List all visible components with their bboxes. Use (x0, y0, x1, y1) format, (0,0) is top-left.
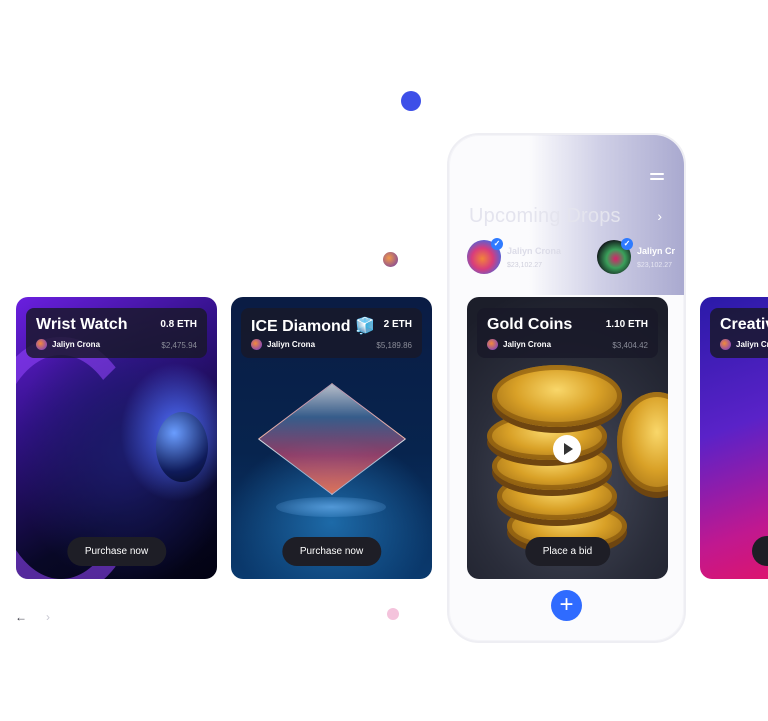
creator-name: Jaliyn Cr (637, 245, 676, 256)
creator-item[interactable]: ✓ Jaliyn Cr $23,102.27 (597, 238, 676, 274)
creator-item[interactable]: ✓ Jaliyn Crona $23,102.27 (467, 238, 562, 274)
card-author[interactable]: Jaliyn Crona (251, 339, 315, 350)
author-avatar (720, 339, 731, 350)
card-info-panel: Wrist Watch 0.8 ETH Jaliyn Crona $2,475.… (26, 308, 207, 358)
author-name: Jaliyn Crona (52, 340, 101, 349)
plus-icon[interactable]: + (551, 590, 582, 621)
author-name: Jaliyn Cr (736, 340, 768, 349)
author-name: Jaliyn Crona (503, 340, 552, 349)
card-author[interactable]: Jaliyn Crona (487, 339, 551, 350)
nft-card-creative[interactable]: Creativ Jaliyn Cr (700, 297, 768, 579)
card-price-eth: 1.10 ETH (605, 319, 648, 330)
purchase-now-button[interactable]: Purchase now (66, 537, 167, 566)
artwork-glow (276, 497, 386, 517)
nft-card-wrist-watch[interactable]: Wrist Watch 0.8 ETH Jaliyn Crona $2,475.… (16, 297, 217, 579)
author-avatar (36, 339, 47, 350)
phone-mockup: Upcoming Drops › ✓ Jaliyn Crona $23,102.… (447, 133, 686, 643)
verified-icon: ✓ (621, 238, 633, 250)
card-author[interactable]: Jaliyn Crona (36, 339, 100, 350)
creator-name: Jaliyn Crona (507, 245, 562, 256)
card-info-panel: ICE Diamond 🧊 2 ETH Jaliyn Crona $5,189.… (241, 308, 422, 358)
menu-icon[interactable] (650, 173, 664, 183)
decorative-dot-blue (401, 91, 421, 111)
purchase-now-button[interactable]: Purchase now (281, 537, 382, 566)
card-info-panel: Creativ Jaliyn Cr (710, 308, 768, 358)
author-avatar (251, 339, 262, 350)
play-icon[interactable] (553, 435, 581, 463)
arrow-left-icon[interactable]: ← (15, 610, 27, 624)
card-price-usd: $3,404.42 (612, 341, 648, 350)
place-bid-button[interactable]: Place a bid (524, 537, 611, 566)
card-price-usd: $2,475.94 (161, 341, 197, 350)
author-avatar (487, 339, 498, 350)
author-name: Jaliyn Crona (267, 340, 316, 349)
card-title: Gold Coins (487, 316, 573, 333)
verified-icon: ✓ (491, 238, 503, 250)
card-title: Wrist Watch (36, 316, 128, 333)
card-author[interactable]: Jaliyn Cr (720, 339, 768, 350)
avatar: ✓ (467, 238, 503, 274)
decorative-dot-orange (383, 252, 398, 267)
chevron-right-icon[interactable]: › (657, 208, 662, 224)
card-title: Creativ (720, 316, 768, 333)
card-info-panel: Gold Coins 1.10 ETH Jaliyn Crona $3,404.… (477, 308, 658, 358)
creator-value: $23,102.27 (507, 261, 543, 269)
card-price-usd: $5,189.86 (376, 341, 412, 350)
nft-card-ice-diamond[interactable]: ICE Diamond 🧊 2 ETH Jaliyn Crona $5,189.… (231, 297, 432, 579)
card-price-eth: 0.8 ETH (160, 319, 197, 330)
section-title: Upcoming Drops (469, 205, 621, 227)
arrow-right-icon[interactable]: › (46, 610, 50, 624)
artwork-orb (156, 412, 208, 482)
card-title: ICE Diamond 🧊 (251, 318, 375, 335)
avatar: ✓ (597, 238, 633, 274)
nft-card-gold-coins[interactable]: Gold Coins 1.10 ETH Jaliyn Crona $3,404.… (467, 297, 668, 579)
creator-value: $23,102.27 (637, 261, 673, 269)
decorative-dot-pink (387, 608, 399, 620)
card-price-eth: 2 ETH (383, 319, 412, 330)
coin-artwork (492, 365, 622, 427)
